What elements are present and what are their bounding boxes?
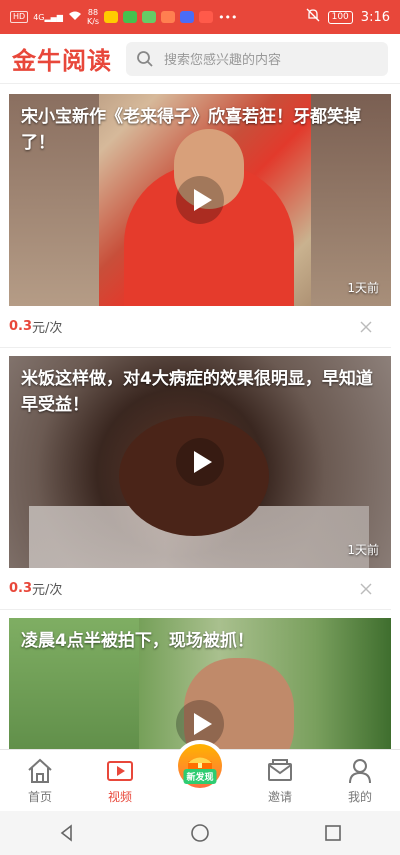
- close-icon[interactable]: [359, 320, 373, 334]
- mute-icon: [306, 8, 320, 26]
- video-card[interactable]: 米饭这样做，对4大病症的效果很明显，早知道早受益！ 1天前 0.3 元/次: [0, 356, 400, 610]
- wifi-icon: [68, 10, 82, 24]
- home-button-icon[interactable]: [190, 823, 210, 843]
- video-card[interactable]: 宋小宝新作《老来得子》欣喜若狂！牙都笑掉了！ 1天前 0.3 元/次: [0, 94, 400, 348]
- chat-icon: [142, 11, 157, 23]
- tab-invite[interactable]: 邀请: [240, 750, 320, 811]
- play-button[interactable]: [176, 176, 224, 224]
- play-button[interactable]: [176, 438, 224, 486]
- discover-icon: 新发现: [178, 744, 222, 788]
- network-speed: 88 K/s: [86, 8, 100, 26]
- close-icon[interactable]: [359, 582, 373, 596]
- video-timestamp: 1天前: [347, 543, 379, 557]
- card-meta: 0.3 元/次: [0, 306, 391, 348]
- mail-icon: [268, 759, 292, 781]
- tab-home[interactable]: 首页: [0, 750, 80, 811]
- play-icon: [194, 451, 212, 473]
- video-title: 宋小宝新作《老来得子》欣喜若狂！牙都笑掉了！: [21, 107, 361, 153]
- recents-icon[interactable]: [323, 823, 343, 843]
- discover-badge: 新发现: [174, 740, 226, 792]
- system-nav-bar: [0, 811, 400, 855]
- app-notification-icon: [104, 11, 119, 23]
- video-thumbnail[interactable]: 凌晨4点半被拍下，现场被抓！: [9, 618, 391, 749]
- signal-icon: 4G▂▄▆: [33, 12, 63, 22]
- home-icon: [28, 758, 52, 783]
- clock: 3:16: [360, 9, 390, 25]
- video-card[interactable]: 凌晨4点半被拍下，现场被抓！: [0, 618, 400, 749]
- card-meta: 0.3 元/次: [0, 568, 391, 610]
- price-value: 0.3: [9, 581, 33, 596]
- app-icon: [161, 11, 176, 23]
- video-thumbnail[interactable]: 米饭这样做，对4大病症的效果很明显，早知道早受益！ 1天前: [9, 356, 391, 568]
- hd-indicator: HD: [10, 11, 29, 23]
- tab-label: 首页: [27, 790, 52, 804]
- tab-discover[interactable]: 新发现: [160, 740, 240, 811]
- video-thumbnail[interactable]: 宋小宝新作《老来得子》欣喜若狂！牙都笑掉了！ 1天前: [9, 94, 391, 306]
- mail-app-icon: [180, 11, 195, 23]
- tab-label: 邀请: [267, 790, 292, 804]
- search-placeholder: 搜索您感兴趣的内容: [164, 53, 282, 68]
- video-timestamp: 1天前: [347, 281, 379, 295]
- tab-profile[interactable]: 我的: [320, 750, 400, 811]
- user-icon: [349, 759, 371, 784]
- wechat-icon: [123, 11, 138, 23]
- search-bar[interactable]: 搜索您感兴趣的内容: [126, 41, 388, 76]
- bottom-tab-bar: 首页 视频 新发现 邀请 我的: [0, 740, 400, 811]
- more-notifications-icon: •••: [218, 10, 238, 24]
- video-title: 米饭这样做，对4大病症的效果很明显，早知道早受益！: [21, 369, 373, 415]
- price-value: 0.3: [9, 319, 33, 334]
- discover-label: 新发现: [183, 769, 217, 784]
- price-unit: 元/次: [32, 321, 63, 336]
- tab-label: 视频: [107, 790, 132, 804]
- back-icon[interactable]: [57, 823, 77, 843]
- tab-video[interactable]: 视频: [80, 750, 160, 811]
- app-logo: 金牛阅读: [12, 47, 112, 75]
- video-feed[interactable]: 宋小宝新作《老来得子》欣喜若狂！牙都笑掉了！ 1天前 0.3 元/次 米饭这样做…: [0, 84, 400, 749]
- video-icon: [107, 761, 133, 781]
- status-bar: HD 4G▂▄▆ 88 K/s ••• 100 3:16: [0, 0, 400, 34]
- price-unit: 元/次: [32, 583, 63, 598]
- video-title: 凌晨4点半被拍下，现场被抓！: [21, 631, 254, 651]
- app-header: 金牛阅读 搜索您感兴趣的内容: [0, 34, 400, 84]
- tab-label: 我的: [347, 790, 372, 804]
- app-icon-2: [199, 11, 214, 23]
- play-icon: [194, 189, 212, 211]
- search-icon: [137, 50, 153, 67]
- battery-indicator: 100: [327, 10, 353, 24]
